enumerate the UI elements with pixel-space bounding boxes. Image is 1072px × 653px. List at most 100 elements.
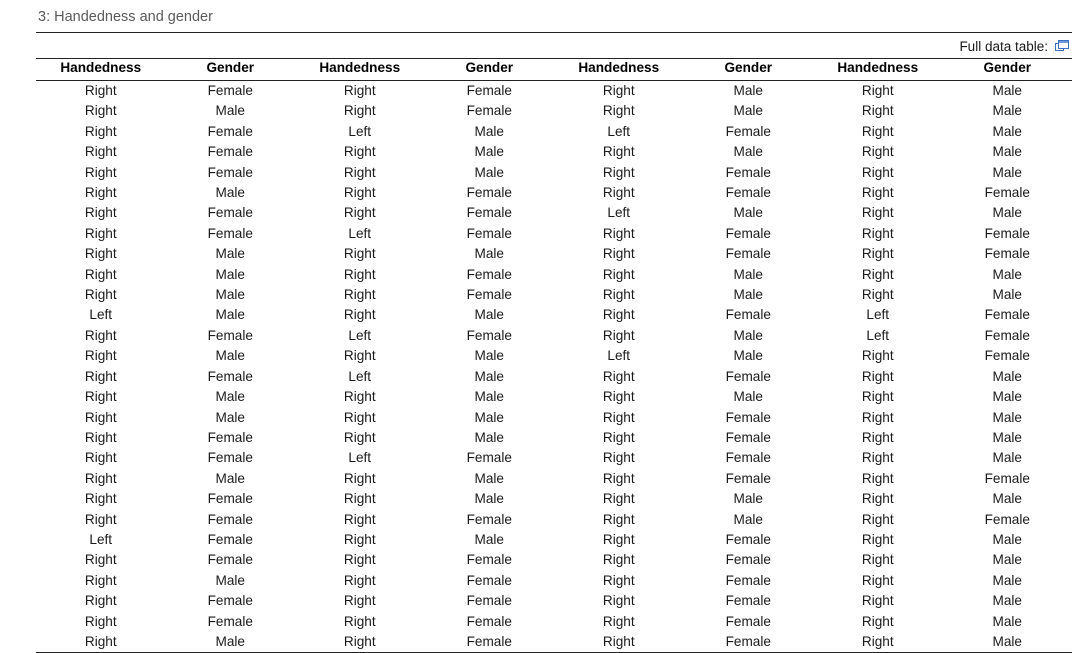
table-cell: Left — [295, 448, 425, 468]
table-cell: Female — [943, 305, 1072, 325]
table-cell: Female — [943, 183, 1072, 203]
table-caption: 3: Handedness and gender — [36, 8, 1072, 26]
table-cell: Right — [295, 203, 425, 223]
column-header-gender-4[interactable]: Gender — [943, 59, 1072, 81]
table-cell: Right — [36, 571, 166, 591]
column-header-gender-1[interactable]: Gender — [166, 59, 296, 81]
table-row: RightFemaleRightFemaleRightFemaleRightMa… — [36, 550, 1072, 570]
table-cell: Right — [36, 448, 166, 468]
table-cell: Right — [36, 163, 166, 183]
table-cell: Right — [554, 469, 684, 489]
copy-windows-icon[interactable] — [1055, 40, 1070, 53]
table-cell: Male — [425, 305, 555, 325]
table-cell: Right — [36, 81, 166, 102]
table-cell: Right — [554, 428, 684, 448]
table-cell: Female — [684, 550, 814, 570]
table-row: RightFemaleRightFemaleRightFemaleRightMa… — [36, 612, 1072, 632]
table-cell: Left — [813, 305, 943, 325]
table-cell: Female — [684, 163, 814, 183]
table-cell: Male — [943, 489, 1072, 509]
table-cell: Female — [166, 367, 296, 387]
table-cell: Female — [425, 203, 555, 223]
table-cell: Male — [684, 285, 814, 305]
table-cell: Male — [166, 305, 296, 325]
table-row: LeftFemaleRightMaleRightFemaleRightMale — [36, 530, 1072, 550]
table-cell: Right — [295, 244, 425, 264]
table-cell: Right — [36, 122, 166, 142]
table-cell: Male — [425, 367, 555, 387]
table-cell: Male — [166, 265, 296, 285]
table-cell: Female — [684, 448, 814, 468]
table-row: RightMaleRightFemaleRightFemaleRightMale — [36, 571, 1072, 591]
column-header-gender-2[interactable]: Gender — [425, 59, 555, 81]
table-cell: Right — [813, 81, 943, 102]
table-cell: Female — [166, 428, 296, 448]
table-cell: Right — [36, 101, 166, 121]
table-row: RightMaleRightFemaleRightMaleRightMale — [36, 101, 1072, 121]
table-cell: Male — [684, 387, 814, 407]
table-cell: Female — [943, 469, 1072, 489]
table-header: Handedness Gender Handedness Gender Hand… — [36, 59, 1072, 81]
table-cell: Male — [425, 530, 555, 550]
table-row: RightFemaleRightMaleRightMaleRightMale — [36, 142, 1072, 162]
table-row: RightFemaleRightMaleRightMaleRightMale — [36, 489, 1072, 509]
table-row: RightFemaleLeftMaleLeftFemaleRightMale — [36, 122, 1072, 142]
table-cell: Female — [425, 510, 555, 530]
table-cell: Male — [166, 387, 296, 407]
table-cell: Right — [295, 469, 425, 489]
handedness-gender-table: Handedness Gender Handedness Gender Hand… — [36, 58, 1072, 653]
table-row: RightFemaleLeftFemaleRightMaleLeftFemale — [36, 326, 1072, 346]
column-header-handedness-3[interactable]: Handedness — [554, 59, 684, 81]
table-cell: Right — [813, 122, 943, 142]
table-cell: Female — [425, 571, 555, 591]
table-cell: Right — [554, 305, 684, 325]
table-cell: Right — [813, 346, 943, 366]
table-row: RightFemaleRightMaleRightFemaleRightMale — [36, 163, 1072, 183]
table-cell: Female — [684, 530, 814, 550]
table-cell: Right — [813, 632, 943, 653]
table-cell: Male — [684, 203, 814, 223]
table-cell: Female — [943, 244, 1072, 264]
table-cell: Male — [166, 632, 296, 653]
table-cell: Female — [166, 612, 296, 632]
table-cell: Left — [295, 122, 425, 142]
column-header-handedness-2[interactable]: Handedness — [295, 59, 425, 81]
table-cell: Right — [554, 387, 684, 407]
table-cell: Male — [684, 326, 814, 346]
table-cell: Female — [166, 326, 296, 346]
table-cell: Female — [943, 224, 1072, 244]
table-row: RightMaleRightMaleRightMaleRightMale — [36, 387, 1072, 407]
table-cell: Male — [166, 408, 296, 428]
table-cell: Left — [554, 346, 684, 366]
table-cell: Right — [813, 469, 943, 489]
table-cell: Female — [684, 122, 814, 142]
table-row: RightFemaleRightFemaleRightMaleRightMale — [36, 81, 1072, 102]
table-cell: Right — [295, 346, 425, 366]
table-cell: Female — [684, 244, 814, 264]
table-cell: Right — [295, 632, 425, 653]
table-cell: Female — [166, 448, 296, 468]
table-cell: Right — [813, 530, 943, 550]
table-cell: Male — [943, 612, 1072, 632]
table-cell: Right — [554, 571, 684, 591]
column-header-handedness-4[interactable]: Handedness — [813, 59, 943, 81]
table-cell: Left — [554, 122, 684, 142]
table-cell: Right — [295, 285, 425, 305]
column-header-handedness-1[interactable]: Handedness — [36, 59, 166, 81]
table-cell: Male — [943, 591, 1072, 611]
table-row: RightFemaleLeftFemaleRightFemaleRightFem… — [36, 224, 1072, 244]
table-cell: Right — [813, 101, 943, 121]
table-cell: Left — [295, 367, 425, 387]
table-cell: Right — [554, 612, 684, 632]
table-cell: Right — [295, 408, 425, 428]
table-cell: Right — [36, 203, 166, 223]
table-cell: Right — [295, 510, 425, 530]
table-cell: Right — [813, 203, 943, 223]
table-row: RightFemaleLeftFemaleRightFemaleRightMal… — [36, 448, 1072, 468]
table-cell: Right — [554, 326, 684, 346]
table-cell: Female — [684, 612, 814, 632]
column-header-gender-3[interactable]: Gender — [684, 59, 814, 81]
table-cell: Right — [813, 550, 943, 570]
table-cell: Right — [554, 591, 684, 611]
table-cell: Male — [943, 285, 1072, 305]
